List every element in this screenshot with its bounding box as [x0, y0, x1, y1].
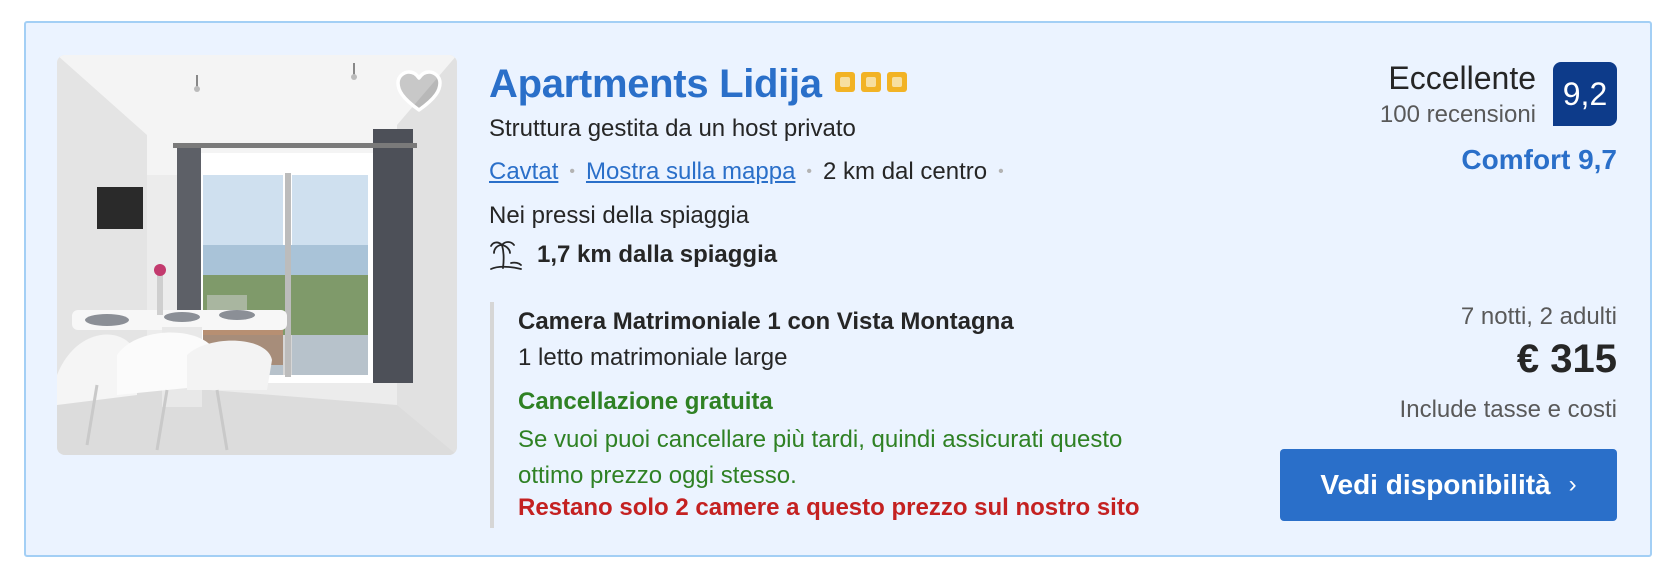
location-row: Cavtat • Mostra sulla mappa • 2 km dal c…	[489, 158, 1015, 186]
separator-dot: •	[998, 163, 1004, 180]
separator-dot: •	[806, 163, 813, 180]
star-icon	[887, 72, 907, 92]
room-name: Camera Matrimoniale 1 con Vista Montagna	[518, 308, 1014, 335]
distance-from-center: 2 km dal centro	[823, 158, 988, 185]
city-link[interactable]: Cavtat	[489, 158, 558, 186]
review-score-badge[interactable]: 9,2	[1553, 62, 1617, 126]
palm-tree-icon	[490, 241, 522, 270]
beach-nearby: Nei pressi della spiaggia	[489, 202, 750, 229]
comfort-score: Comfort 9,7	[1461, 144, 1617, 175]
price: € 315	[1516, 337, 1617, 381]
beach-distance: 1,7 km dalla spiaggia	[537, 241, 778, 268]
property-name-link[interactable]: Apartments Lidija	[489, 60, 822, 108]
separator-dot: •	[569, 163, 575, 180]
scarcity-message: Restano solo 2 camere a questo prezzo su…	[518, 494, 1140, 521]
review-count[interactable]: 100 recensioni	[1380, 101, 1536, 129]
stay-summary: 7 notti, 2 adulti	[1460, 303, 1617, 330]
bed-type: 1 letto matrimoniale large	[518, 344, 788, 371]
heart-icon[interactable]	[396, 70, 442, 116]
free-cancellation-label: Cancellazione gratuita	[518, 388, 773, 415]
chevron-right-icon: ›	[1568, 471, 1577, 498]
star-rating	[835, 72, 907, 92]
host-type: Struttura gestita da un host privato	[489, 115, 856, 142]
review-word[interactable]: Eccellente	[1388, 60, 1536, 97]
taxes-note: Include tasse e costi	[1399, 396, 1617, 423]
show-on-map-link[interactable]: Mostra sulla mappa	[586, 158, 795, 186]
cancellation-note: Se vuoi puoi cancellare più tardi, quind…	[518, 426, 1123, 489]
room-block: Camera Matrimoniale 1 con Vista Montagna…	[490, 302, 1194, 528]
star-icon	[861, 72, 881, 92]
see-availability-button[interactable]: Vedi disponibilità ›	[1280, 449, 1617, 521]
see-availability-label: Vedi disponibilità	[1320, 469, 1551, 500]
star-icon	[835, 72, 855, 92]
beach-distance-row: 1,7 km dalla spiaggia	[489, 238, 777, 272]
